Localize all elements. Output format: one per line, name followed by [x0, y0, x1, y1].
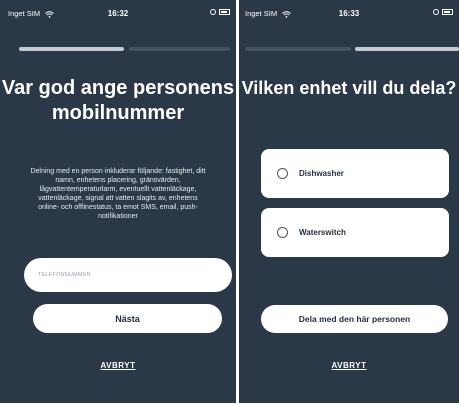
cancel-link[interactable]: AVBRYT: [0, 361, 236, 370]
battery-icon: [442, 9, 453, 15]
device-option-dishwasher[interactable]: Dishwasher: [261, 149, 449, 198]
status-bar: Inget SIM 16:33: [239, 9, 459, 21]
status-icons: [210, 9, 230, 15]
progress-step-2-active: [355, 47, 459, 51]
share-button-label: Dela med den här personen: [298, 314, 411, 324]
next-button[interactable]: Nästa: [33, 304, 222, 333]
sharing-description: Delning med en person inkluderar följand…: [30, 168, 206, 220]
radio-button-icon[interactable]: [277, 168, 288, 179]
cancel-link[interactable]: AVBRYT: [239, 361, 459, 370]
phone-number-input[interactable]: [24, 258, 232, 292]
device-select-screen: Inget SIM 16:33 Vilken enhet vill du del…: [239, 0, 459, 403]
alarm-icon: [210, 9, 216, 15]
share-with-person-button[interactable]: Dela med den här personen: [261, 305, 448, 333]
alarm-icon: [433, 9, 439, 15]
status-icons: [433, 9, 453, 15]
radio-button-icon[interactable]: [277, 227, 288, 238]
device-label: Waterswitch: [299, 228, 346, 237]
progress-step-2: [129, 47, 230, 51]
page-title: Var god ange personens mobilnummer: [0, 76, 236, 126]
page-title: Vilken enhet vill du dela?: [239, 77, 459, 100]
device-option-waterswitch[interactable]: Waterswitch: [261, 208, 449, 257]
progress-step-1: [245, 47, 351, 51]
title-text: Var god ange personens mobilnummer: [1, 77, 235, 124]
phone-number-screen: Inget SIM 16:32 Var god ange personens m…: [0, 0, 236, 403]
clock: 16:33: [338, 9, 360, 18]
title-text: Vilken enhet vill du dela?: [241, 78, 457, 98]
next-button-label: Nästa: [115, 313, 140, 324]
status-bar: Inget SIM 16:32: [0, 9, 236, 21]
battery-icon: [219, 9, 230, 15]
clock: 16:32: [107, 9, 129, 18]
device-label: Dishwasher: [299, 169, 344, 178]
progress-step-1-active: [19, 47, 124, 51]
